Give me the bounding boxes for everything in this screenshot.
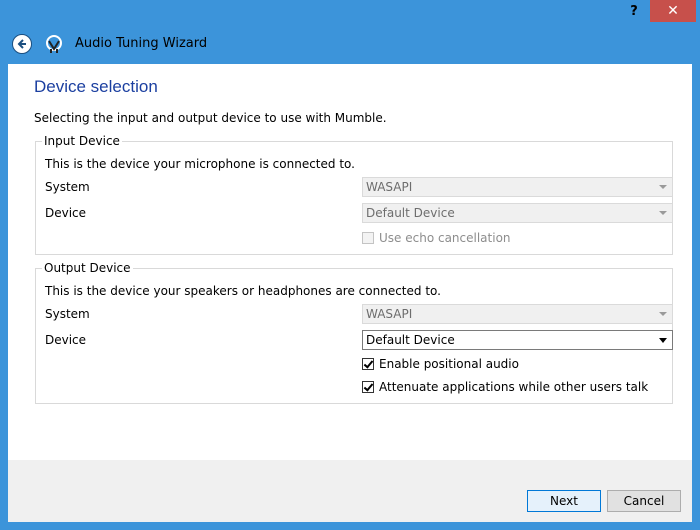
input-device-group-title: Input Device bbox=[42, 134, 122, 148]
page-title: Device selection bbox=[34, 77, 158, 96]
output-system-label: System bbox=[45, 307, 90, 321]
chevron-down-icon bbox=[659, 338, 667, 343]
output-system-select[interactable]: WASAPI bbox=[362, 304, 673, 324]
mumble-logo-icon bbox=[46, 35, 62, 53]
output-device-info: This is the device your speakers or head… bbox=[45, 284, 441, 298]
output-device-group-title: Output Device bbox=[42, 261, 133, 275]
close-button[interactable]: ✕ bbox=[650, 0, 696, 22]
input-system-label: System bbox=[45, 180, 90, 194]
chevron-down-icon bbox=[659, 312, 667, 316]
output-device-group: Output Device This is the device your sp… bbox=[35, 261, 673, 404]
output-system-value: WASAPI bbox=[366, 307, 413, 321]
echo-cancellation-check[interactable] bbox=[362, 232, 374, 244]
output-device-value: Default Device bbox=[366, 333, 455, 347]
input-system-value: WASAPI bbox=[366, 180, 413, 194]
input-system-select[interactable]: WASAPI bbox=[362, 177, 673, 197]
positional-audio-check[interactable] bbox=[362, 358, 374, 370]
chevron-down-icon bbox=[659, 211, 667, 215]
next-button[interactable]: Next bbox=[527, 490, 601, 512]
window-title: Audio Tuning Wizard bbox=[75, 36, 208, 51]
cancel-button[interactable]: Cancel bbox=[607, 490, 681, 512]
wizard-footer: Next Cancel bbox=[8, 460, 692, 522]
input-device-group: Input Device This is the device your mic… bbox=[35, 134, 673, 255]
input-device-select[interactable]: Default Device bbox=[362, 203, 673, 223]
output-device-label: Device bbox=[45, 333, 87, 347]
chevron-down-icon bbox=[659, 185, 667, 189]
attenuate-check[interactable] bbox=[362, 381, 374, 393]
echo-cancellation-checkbox[interactable]: Use echo cancellation bbox=[362, 231, 511, 245]
back-arrow-icon bbox=[17, 39, 26, 49]
page-description: Selecting the input and output device to… bbox=[34, 111, 387, 125]
attenuate-checkbox[interactable]: Attenuate applications while other users… bbox=[362, 380, 648, 394]
input-device-info: This is the device your microphone is co… bbox=[45, 157, 355, 171]
echo-cancellation-label: Use echo cancellation bbox=[379, 231, 511, 245]
output-device-select[interactable]: Default Device bbox=[362, 330, 673, 350]
input-device-label: Device bbox=[45, 206, 87, 220]
help-button[interactable]: ? bbox=[620, 0, 648, 22]
positional-audio-checkbox[interactable]: Enable positional audio bbox=[362, 357, 519, 371]
attenuate-label: Attenuate applications while other users… bbox=[379, 380, 649, 394]
wizard-content: Device selection Selecting the input and… bbox=[8, 64, 692, 460]
positional-audio-label: Enable positional audio bbox=[379, 357, 519, 371]
back-button[interactable] bbox=[12, 34, 32, 54]
input-device-value: Default Device bbox=[366, 206, 455, 220]
